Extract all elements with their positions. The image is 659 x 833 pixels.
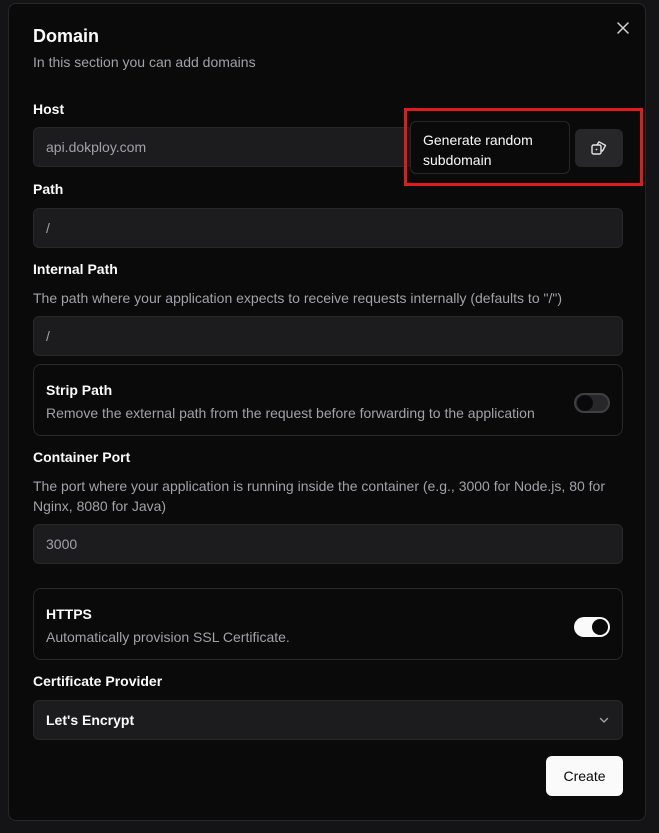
container-port-value: 3000 [46,536,78,552]
strip-path-row: Strip Path Remove the external path from… [33,364,623,436]
create-button[interactable]: Create [546,756,623,796]
path-input[interactable]: / [33,208,623,248]
chevron-down-icon [599,717,609,723]
close-icon [617,22,629,34]
strip-path-switch[interactable] [574,393,610,413]
switch-knob [577,395,593,411]
internal-path-input[interactable]: / [33,316,623,356]
container-port-help: The port where your application is runni… [33,478,605,514]
path-value: / [46,220,50,236]
certificate-provider-value: Let's Encrypt [46,712,135,728]
host-value: api.dokploy.com [46,139,147,155]
host-label: Host [33,101,65,117]
https-row: HTTPS Automatically provision SSL Certif… [33,588,623,660]
host-input[interactable]: api.dokploy.com [33,127,413,167]
highlight-box [404,108,643,186]
internal-path-value: / [46,328,50,344]
https-switch[interactable] [574,617,610,637]
path-label: Path [33,181,64,197]
strip-path-description: Remove the external path from the reques… [46,405,535,421]
https-title: HTTPS [46,606,92,622]
dialog-title: Domain [33,26,100,46]
https-description: Automatically provision SSL Certificate. [46,629,290,645]
dialog-description: In this section you can add domains [33,54,256,70]
internal-path-label: Internal Path [33,261,118,277]
internal-path-help: The path where your application expects … [33,290,562,306]
switch-knob [592,619,608,635]
certificate-provider-label: Certificate Provider [33,673,163,689]
strip-path-title: Strip Path [46,382,113,398]
certificate-provider-select[interactable]: Let's Encrypt [33,700,623,740]
close-button[interactable] [615,20,631,36]
container-port-label: Container Port [33,449,131,465]
domain-dialog: Domain In this section you can add domai… [8,3,646,821]
container-port-input[interactable]: 3000 [33,524,623,564]
